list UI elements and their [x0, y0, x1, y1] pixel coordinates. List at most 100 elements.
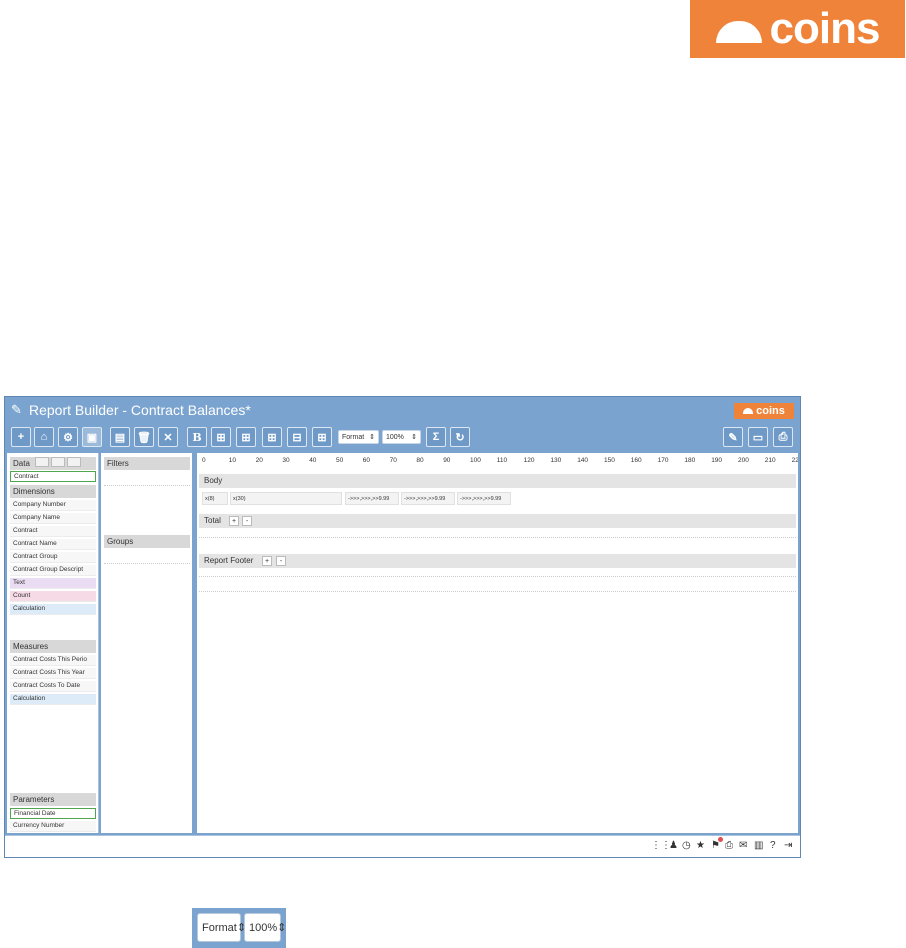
border-horizontal-button[interactable]: ⊟: [287, 427, 307, 447]
ruler-tick-label: 60: [362, 457, 371, 464]
zoom-select-zoomed-value: 100%: [249, 921, 278, 934]
measure-item[interactable]: Contract Costs To Date: [10, 681, 96, 692]
filters-drop-zone[interactable]: [104, 485, 190, 486]
footer-add-button[interactable]: +: [262, 556, 272, 566]
total-remove-button[interactable]: -: [242, 516, 252, 526]
border-inner-icon: ⊞: [267, 431, 277, 444]
add-button[interactable]: +: [11, 427, 31, 447]
filters-header: Filters: [104, 457, 190, 470]
report-footer-label: Report Footer: [204, 556, 254, 565]
dimension-item[interactable]: Contract Name: [10, 539, 96, 550]
dimension-item[interactable]: Company Number: [10, 500, 96, 511]
footer-remove-button[interactable]: -: [276, 556, 286, 566]
open-button[interactable]: ⌂: [34, 427, 54, 447]
report-cell[interactable]: ->>>,>>>,>>9.99: [345, 492, 399, 505]
ruler-tick-label: 170: [657, 457, 669, 464]
mail-icon[interactable]: ✉: [739, 840, 747, 851]
measures-header: Measures: [10, 640, 96, 653]
calculation-field-item[interactable]: Calculation: [10, 604, 96, 615]
dimension-label: Text: [13, 579, 25, 586]
grid-tab[interactable]: [67, 457, 81, 467]
ruler-tick-label: 160: [630, 457, 642, 464]
database-tab[interactable]: [35, 457, 49, 467]
apps-grid-icon[interactable]: ⋮⋮: [651, 840, 671, 851]
dimension-item[interactable]: Contract Group: [10, 552, 96, 563]
calculation-measure-item[interactable]: Calculation: [10, 694, 96, 705]
refresh-button[interactable]: ↻: [450, 427, 470, 447]
format-select-zoomed[interactable]: Format ⇕: [197, 913, 246, 942]
add-icon: +: [17, 431, 25, 443]
save-as-button[interactable]: ▤: [110, 427, 130, 447]
total-band: Total + -: [199, 514, 796, 528]
data-source-label: Contract: [14, 473, 39, 480]
sigma-icon: Σ: [432, 431, 440, 443]
close-button[interactable]: ✕: [158, 427, 178, 447]
data-source-chip[interactable]: Contract: [10, 471, 96, 482]
ruler-tick-label: 130: [550, 457, 562, 464]
total-add-button[interactable]: +: [229, 516, 239, 526]
sum-button[interactable]: Σ: [426, 427, 446, 447]
measure-item[interactable]: Contract Costs This Year: [10, 668, 96, 679]
ruler-tick-label: 220: [791, 457, 798, 464]
parameter-label: Currency Number: [13, 822, 65, 829]
delete-button[interactable]: 🗑: [134, 427, 154, 447]
border-vertical-button[interactable]: ⊞: [312, 427, 332, 447]
select-arrows-icon: ⇕: [369, 434, 375, 441]
parameter-item[interactable]: Financial Date: [10, 808, 96, 819]
logout-icon[interactable]: ⇥: [784, 840, 792, 851]
parameter-item[interactable]: Currency Number: [10, 821, 96, 832]
dimension-label: Calculation: [13, 605, 46, 612]
open-folder-icon: ⌂: [40, 431, 48, 443]
history-icon[interactable]: ◷: [682, 840, 691, 851]
toolbar: + ⌂ ⚙ ▣ ▤ 🗑 ✕ B ⊞ ⊞ ⊞ ⊟ ⊞ Format ⇕ 100% …: [11, 427, 796, 447]
border-outer-button[interactable]: ⊞: [236, 427, 256, 447]
parameters-header: Parameters: [10, 793, 96, 806]
report-cell[interactable]: ->>>,>>>,>>9.99: [457, 492, 511, 505]
coins-small-logo: coins: [734, 403, 794, 419]
dimensions-label: Dimensions: [13, 487, 55, 496]
border-inner-button[interactable]: ⊞: [262, 427, 282, 447]
parameter-label: Financial Date: [14, 810, 56, 817]
bold-button[interactable]: B: [187, 427, 207, 447]
count-field-item[interactable]: Count: [10, 591, 96, 602]
border-outer-icon: ⊞: [241, 431, 251, 444]
dimension-label: Company Number: [13, 501, 66, 508]
footer-separator: [199, 576, 796, 577]
library-icon[interactable]: ▥: [754, 840, 763, 851]
edit-button[interactable]: ✎: [723, 427, 743, 447]
report-builder-icon: ✎: [11, 402, 22, 417]
report-cell[interactable]: x(8): [202, 492, 228, 505]
query-tab[interactable]: [51, 457, 65, 467]
preview-button[interactable]: ▭: [748, 427, 768, 447]
ruler-tick-label: 90: [443, 457, 451, 464]
print-button[interactable]: ⎙: [773, 427, 793, 447]
ruler-tick-label: 180: [684, 457, 696, 464]
save-button[interactable]: ▣: [82, 427, 102, 447]
small-logo-text: coins: [756, 405, 785, 417]
measure-item[interactable]: Contract Costs This Perio: [10, 655, 96, 666]
zoom-select-zoomed[interactable]: 100% ⇕: [244, 913, 286, 942]
help-icon[interactable]: ?: [770, 840, 776, 851]
measure-label: Calculation: [13, 695, 46, 702]
save-as-icon: ▤: [114, 431, 126, 444]
report-cell[interactable]: ->>>,>>>,>>9.99: [401, 492, 455, 505]
dimension-item[interactable]: Contract Group Descript: [10, 565, 96, 576]
printer-icon[interactable]: ⎙: [725, 840, 733, 851]
fields-panel: Data Contract Dimensions Company Number …: [7, 453, 99, 833]
star-icon[interactable]: ★: [696, 840, 705, 851]
format-select[interactable]: Format ⇕: [338, 430, 379, 444]
window-title: Report Builder - Contract Balances*: [29, 402, 251, 418]
text-field-item[interactable]: Text: [10, 578, 96, 589]
settings-button[interactable]: ⚙: [58, 427, 78, 447]
border-horizontal-icon: ⊟: [292, 431, 302, 444]
groups-drop-zone[interactable]: [104, 563, 190, 564]
logo-text: coins: [769, 4, 881, 53]
zoom-select[interactable]: 100% ⇕: [382, 430, 421, 444]
ruler-tick-label: 20: [255, 457, 263, 464]
dimension-item[interactable]: Contract: [10, 526, 96, 537]
person-icon[interactable]: ♟: [669, 840, 678, 851]
report-cell[interactable]: x(30): [230, 492, 342, 505]
format-select-zoomed-value: Format: [202, 921, 237, 934]
dimension-item[interactable]: Company Name: [10, 513, 96, 524]
border-all-button[interactable]: ⊞: [211, 427, 231, 447]
